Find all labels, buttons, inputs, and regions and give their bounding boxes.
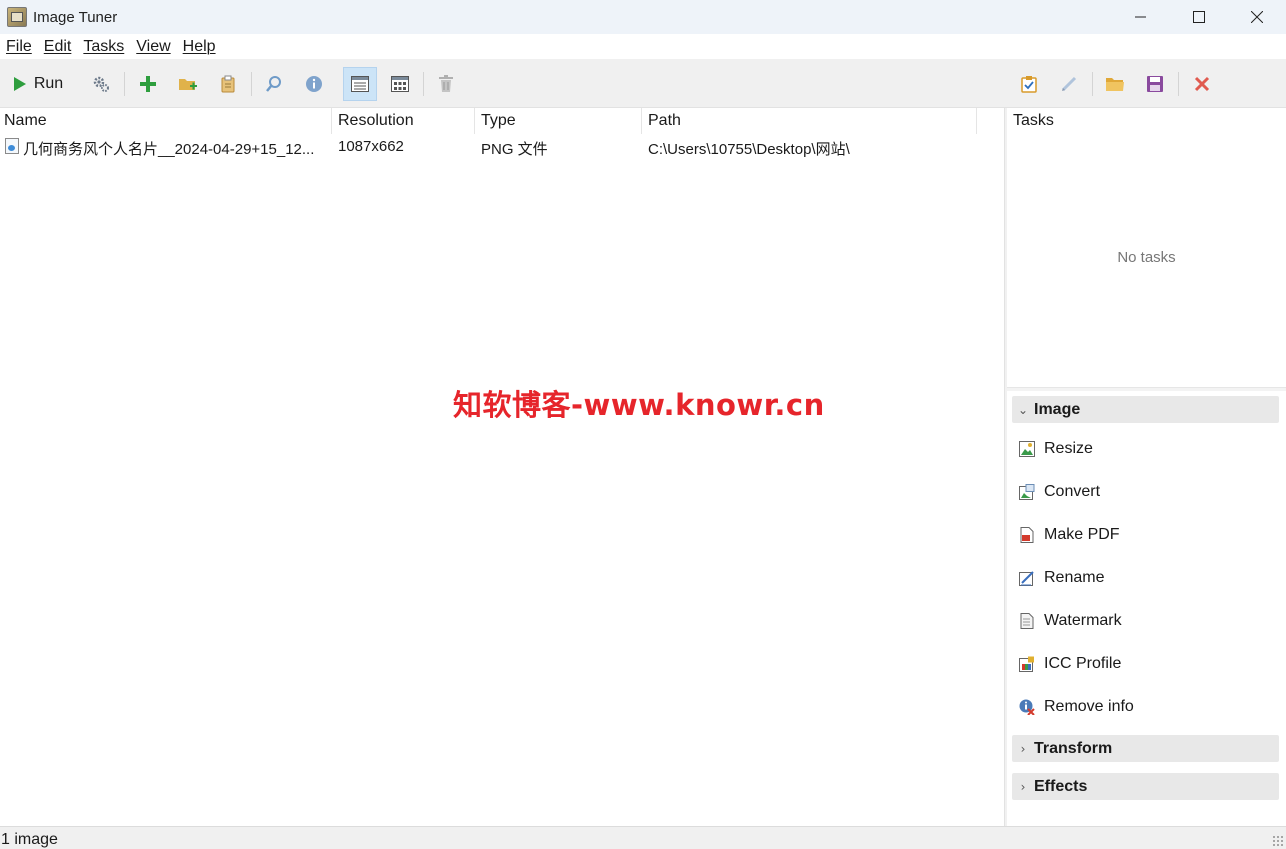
play-icon <box>13 77 26 91</box>
close-icon <box>1251 11 1263 23</box>
menu-view[interactable]: View <box>130 38 176 56</box>
image-file-icon <box>5 138 19 154</box>
tasks-actions-splitter[interactable] <box>1007 387 1286 391</box>
open-folder-button[interactable] <box>1100 69 1130 99</box>
minimize-icon <box>1135 16 1146 18</box>
action-watermark[interactable]: Watermark <box>1018 609 1122 633</box>
panel-splitter[interactable] <box>1004 108 1007 826</box>
edit-icon <box>1061 76 1077 92</box>
delete-button[interactable] <box>431 69 461 99</box>
action-watermark-label: Watermark <box>1044 612 1122 629</box>
settings-icon <box>93 76 109 92</box>
pdf-icon <box>1018 526 1036 544</box>
action-resize-label: Resize <box>1044 440 1093 457</box>
maximize-button[interactable] <box>1170 0 1228 34</box>
menu-file[interactable]: File <box>0 38 38 56</box>
paste-button[interactable] <box>213 69 243 99</box>
title-bar: Image Tuner <box>0 0 1286 34</box>
run-button[interactable]: Run <box>5 69 71 99</box>
file-resolution: 1087x662 <box>338 138 404 155</box>
action-convert[interactable]: Convert <box>1018 480 1100 504</box>
add-folder-button[interactable] <box>173 69 203 99</box>
chevron-right-icon: › <box>1020 779 1026 794</box>
remove-info-icon <box>1018 698 1036 716</box>
minimize-button[interactable] <box>1112 0 1170 34</box>
file-type: PNG 文件 <box>481 141 548 158</box>
action-make-pdf-label: Make PDF <box>1044 526 1120 543</box>
menu-bar: File Edit Tasks View Help <box>0 34 1286 59</box>
column-name-header[interactable]: Name <box>4 112 47 130</box>
status-text: 1 image <box>1 831 58 848</box>
group-transform-header[interactable]: › Transform <box>1012 735 1279 762</box>
window-title: Image Tuner <box>33 8 118 26</box>
convert-icon <box>1018 483 1036 501</box>
file-list-header: Name Resolution Type Path <box>0 108 1004 134</box>
window-controls <box>1112 0 1286 34</box>
maximize-icon <box>1193 11 1205 23</box>
app-logo-icon <box>7 7 27 27</box>
task-list-button[interactable] <box>1014 69 1044 99</box>
action-icc-profile[interactable]: ICC Profile <box>1018 652 1121 676</box>
menu-help[interactable]: Help <box>177 38 222 56</box>
save-button[interactable] <box>1140 69 1170 99</box>
add-files-button[interactable] <box>133 69 163 99</box>
status-bar: 1 image <box>0 826 1286 849</box>
clear-icon <box>1194 76 1210 92</box>
column-path-header[interactable]: Path <box>648 112 681 130</box>
group-effects-label: Effects <box>1034 777 1088 795</box>
watermark-icon <box>1018 612 1036 630</box>
action-rename[interactable]: Rename <box>1018 566 1104 590</box>
resize-icon <box>1018 440 1036 458</box>
watermark-overlay: 知软博客-www.knowr.cn <box>453 388 825 422</box>
menu-tasks[interactable]: Tasks <box>77 38 130 56</box>
find-button[interactable] <box>259 69 289 99</box>
tasks-panel-title: Tasks <box>1013 112 1054 129</box>
info-icon <box>306 76 322 92</box>
file-name: 几何商务风个人名片__2024-04-29+15_12... <box>23 141 315 158</box>
action-icc-profile-label: ICC Profile <box>1044 655 1122 672</box>
group-transform-label: Transform <box>1034 739 1113 757</box>
run-label: Run <box>33 75 64 92</box>
details-view-button[interactable] <box>343 67 377 101</box>
no-tasks-message: No tasks <box>1117 249 1176 266</box>
action-make-pdf[interactable]: Make PDF <box>1018 523 1120 547</box>
thumbnail-view-button[interactable] <box>385 69 415 99</box>
toolbar: Run <box>0 59 1286 108</box>
menu-edit[interactable]: Edit <box>38 38 78 56</box>
chevron-down-icon: ⌄ <box>1017 402 1029 417</box>
icc-profile-icon <box>1018 655 1036 673</box>
paste-icon <box>221 75 235 93</box>
add-icon <box>140 76 156 92</box>
open-folder-icon <box>1106 78 1124 91</box>
add-folder-icon <box>179 79 197 90</box>
delete-icon <box>439 75 453 92</box>
file-row[interactable]: 几何商务风个人名片__2024-04-29+15_12... 1087x662 … <box>0 134 1004 159</box>
edit-button[interactable] <box>1054 69 1084 99</box>
action-remove-info-label: Remove info <box>1044 698 1134 715</box>
column-resolution-header[interactable]: Resolution <box>338 112 414 130</box>
details-view-icon <box>351 76 369 92</box>
action-remove-info[interactable]: Remove info <box>1018 695 1134 719</box>
group-effects-header[interactable]: › Effects <box>1012 773 1279 800</box>
close-button[interactable] <box>1228 0 1286 34</box>
group-image-label: Image <box>1034 400 1081 418</box>
action-resize[interactable]: Resize <box>1018 437 1093 461</box>
column-type-header[interactable]: Type <box>481 112 516 130</box>
save-icon <box>1147 76 1163 92</box>
file-path: C:\Users\10755\Desktop\网站\ <box>648 141 850 158</box>
chevron-right-icon: › <box>1020 741 1026 756</box>
action-rename-label: Rename <box>1044 569 1105 586</box>
search-icon <box>266 76 281 92</box>
task-list-icon <box>1021 76 1037 93</box>
group-image-header[interactable]: ⌄ Image <box>1012 396 1279 423</box>
clear-tasks-button[interactable] <box>1187 69 1217 99</box>
action-convert-label: Convert <box>1044 483 1101 500</box>
rename-icon <box>1018 569 1036 587</box>
resize-grip-icon[interactable] <box>1272 835 1284 847</box>
thumbnail-view-icon <box>391 76 409 92</box>
settings-button[interactable] <box>86 69 116 99</box>
info-button[interactable] <box>299 69 329 99</box>
